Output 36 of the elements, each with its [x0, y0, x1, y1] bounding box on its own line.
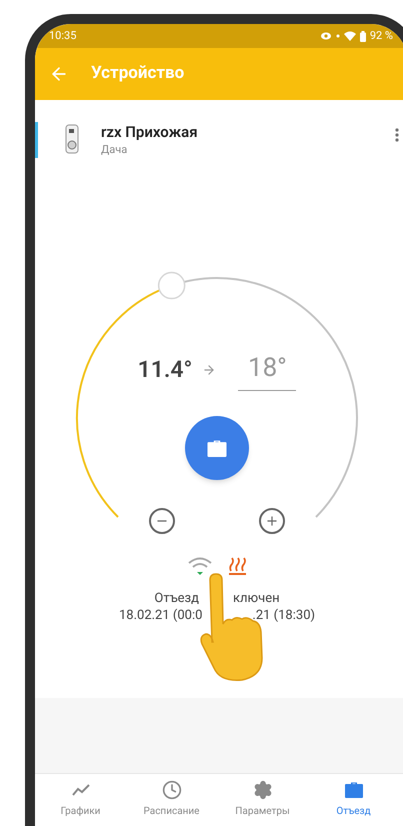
chart-line-icon — [70, 783, 90, 797]
status-time: 10:35 — [49, 28, 76, 44]
away-status-text: ключен — [232, 590, 280, 607]
more-icon — [395, 128, 399, 142]
wifi-icon — [344, 31, 356, 41]
clock-icon — [162, 780, 182, 800]
briefcase-icon — [344, 781, 364, 799]
nav-tab[interactable]: Параметры — [217, 780, 308, 819]
wifi-signal-icon — [187, 556, 213, 576]
device-row[interactable]: rzx Прихожая Дача — [35, 100, 403, 178]
settings-icon — [252, 780, 272, 800]
selection-indicator — [35, 122, 38, 158]
current-temperature: 11.4° — [138, 354, 192, 385]
decrease-button[interactable] — [149, 508, 175, 534]
nav-tab[interactable]: Отъезд — [308, 780, 399, 819]
nav-tab[interactable]: Расписание — [126, 780, 217, 819]
app-bar-title: Устройство — [91, 62, 184, 86]
thermostat-device-icon — [65, 124, 79, 154]
nav-tab[interactable]: Графики — [35, 780, 126, 819]
battery-icon — [360, 30, 366, 42]
heating-icon — [227, 556, 247, 576]
eye-icon — [320, 31, 332, 41]
away-status-text: Отъезд — [154, 590, 199, 607]
away-period-text: 18.02.21 (00:0 — [118, 607, 202, 624]
more-menu-button[interactable] — [395, 128, 399, 142]
dial-thumb[interactable] — [158, 272, 186, 300]
away-mode-button[interactable] — [185, 416, 249, 480]
battery-level: 92 % — [370, 28, 393, 44]
increase-button[interactable] — [259, 508, 285, 534]
plus-icon — [265, 514, 279, 528]
device-name: rzx Прихожая — [101, 122, 199, 142]
dot-icon — [336, 34, 340, 38]
away-period-text: .21 (18:30) — [252, 607, 316, 624]
briefcase-icon — [206, 438, 228, 458]
target-temperature-field[interactable]: 18° — [238, 349, 296, 391]
device-location: Дача — [101, 142, 128, 158]
